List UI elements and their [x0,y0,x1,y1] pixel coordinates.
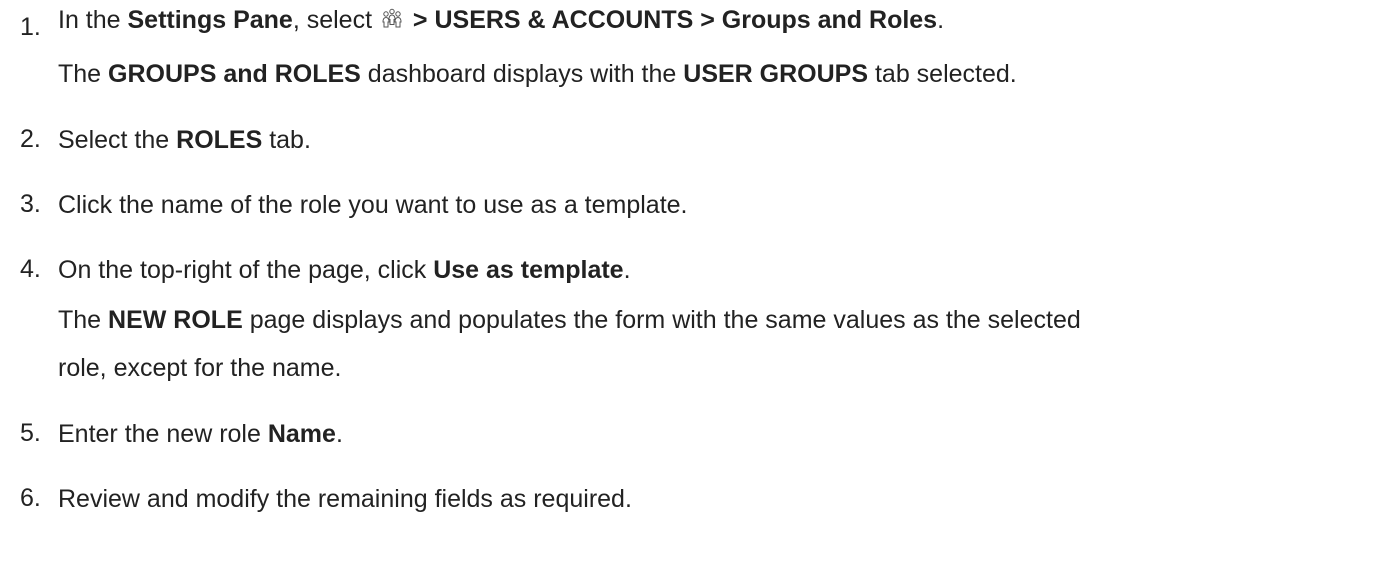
step-text: page displays and populates the form wit… [242,306,1081,334]
roles-tab-label: ROLES [176,126,263,154]
step-text: In the [58,6,128,34]
groups-roles-label: GROUPS and ROLES [108,60,361,88]
step-text: The [58,60,109,88]
procedure-steps: 1. In the Settings Pane, select > USERS … [0,0,1395,570]
step-text: tab selected. [868,60,1017,88]
step-text: Enter the new role [58,420,268,448]
use-as-template-label: Use as template [433,256,624,284]
step-number: 3. [20,190,41,218]
step-text: , select [292,6,379,34]
step-4-result-line-1: The NEW ROLE page displays and populates… [58,305,1081,335]
step-text: tab. [262,126,311,154]
user-groups-label: USER GROUPS [683,60,869,88]
step-text: Select the [58,126,177,154]
step-number: 2. [20,125,41,153]
step-text: On the top-right of the page, click [58,256,434,284]
step-text: . [937,6,945,34]
step-number: 6. [20,484,41,512]
step-text: The [58,306,109,334]
step-4-result-line-2: role, except for the name. [58,354,342,382]
step-6-instruction: Review and modify the remaining fields a… [58,485,632,513]
menu-path-label: > USERS & ACCOUNTS > Groups and Roles [405,6,938,34]
name-field-label: Name [267,420,336,448]
users-group-icon [381,8,403,30]
settings-pane-label: Settings Pane [127,6,293,34]
step-4-instruction: On the top-right of the page, click Use … [58,255,631,285]
new-role-label: NEW ROLE [108,306,243,334]
step-1-instruction: In the Settings Pane, select > USERS & A… [58,5,944,35]
step-number: 1. [20,13,41,41]
step-2-instruction: Select the ROLES tab. [58,125,311,155]
step-number: 4. [20,255,41,283]
step-1-result: The GROUPS and ROLES dashboard displays … [58,59,1017,89]
step-number: 5. [20,419,41,447]
step-text: . [335,420,343,448]
step-3-instruction: Click the name of the role you want to u… [58,191,688,219]
step-5-instruction: Enter the new role Name. [58,419,343,449]
step-text: dashboard displays with the [360,60,684,88]
step-text: . [623,256,631,284]
